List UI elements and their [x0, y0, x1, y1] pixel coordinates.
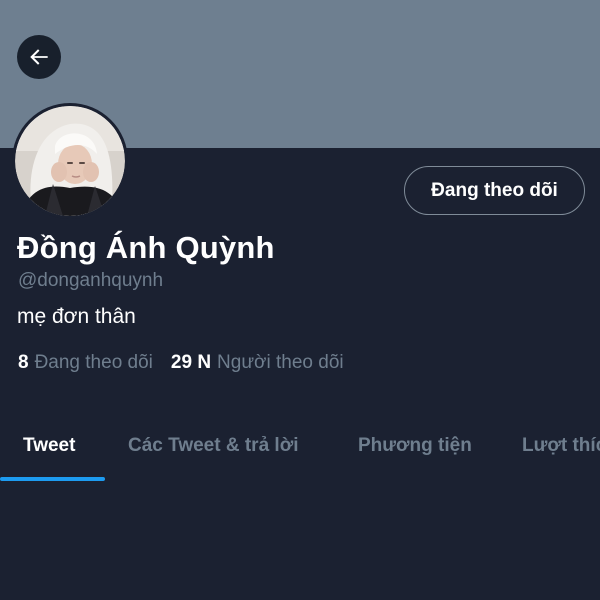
following-button[interactable]: Đang theo dõi	[404, 166, 585, 215]
following-label: Đang theo dõi	[34, 352, 153, 373]
profile-bio: mẹ đơn thân	[17, 305, 136, 328]
tab-media[interactable]: Phương tiện	[358, 435, 472, 457]
profile-tabs: Tweet Các Tweet & trả lời Phương tiện Lư…	[0, 420, 600, 482]
tab-tweets[interactable]: Tweet	[23, 435, 75, 457]
display-name: Đồng Ánh Quỳnh	[17, 230, 275, 265]
profile-stats: 8 Đang theo dõi 29 N Người theo dõi	[18, 352, 344, 374]
followers-label: Người theo dõi	[217, 352, 344, 373]
active-tab-indicator	[0, 477, 105, 481]
profile-page: Đang theo dõi Đồng Ánh Quỳnh @donganhquy…	[0, 0, 600, 600]
avatar[interactable]	[12, 103, 128, 219]
tab-likes[interactable]: Lượt thích	[522, 435, 600, 457]
user-handle: @donganhquynh	[18, 270, 164, 291]
followers-stat[interactable]: 29 N Người theo dõi	[171, 352, 344, 374]
followers-count: 29 N	[170, 352, 212, 373]
back-button[interactable]	[17, 35, 61, 79]
arrow-left-icon	[30, 49, 48, 65]
following-stat[interactable]: 8 Đang theo dõi	[18, 352, 153, 374]
profile-photo	[15, 106, 125, 216]
following-count: 8	[18, 352, 29, 373]
tab-tweets-and-replies[interactable]: Các Tweet & trả lời	[128, 435, 298, 457]
